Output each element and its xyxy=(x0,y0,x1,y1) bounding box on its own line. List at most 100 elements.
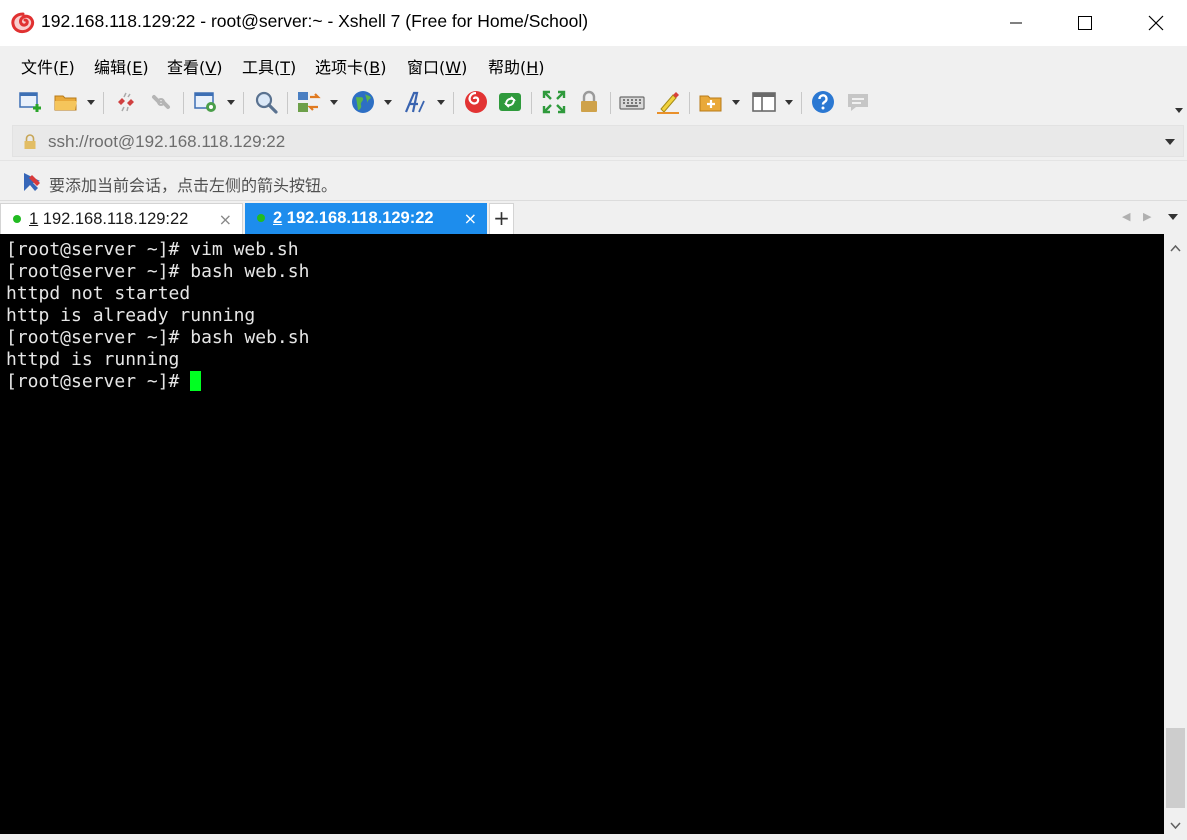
layout-icon xyxy=(752,92,776,112)
title-bar: 192.168.118.129:22 - root@server:~ - Xsh… xyxy=(0,0,1187,46)
font-button[interactable] xyxy=(403,89,429,115)
chat-button[interactable] xyxy=(845,89,871,115)
highlight-icon xyxy=(657,92,679,114)
layout-button[interactable] xyxy=(751,89,777,115)
menu-bar: 文件(F) 编辑(E) 查看(V) 工具(T) 选项卡(B) 窗口(W) 帮助(… xyxy=(0,46,1187,82)
scroll-down-arrow-icon[interactable] xyxy=(1170,822,1181,830)
terminal-prompt-line: [root@server ~]# xyxy=(6,371,1164,393)
open-folder-icon xyxy=(54,95,77,111)
properties-button[interactable] xyxy=(193,89,219,115)
window-title: 192.168.118.129:22 - root@server:~ - Xsh… xyxy=(41,11,589,31)
globe-icon xyxy=(352,91,374,113)
tab-close-icon[interactable]: × xyxy=(464,209,477,228)
menu-tools[interactable]: 工具(T) xyxy=(242,54,296,78)
new-folder-dropdown-arrow[interactable] xyxy=(732,100,740,105)
terminal-line: [root@server ~]# vim web.sh xyxy=(6,239,299,260)
open-button[interactable] xyxy=(53,89,79,115)
menu-window[interactable]: 窗口(W) xyxy=(407,54,467,78)
properties-dropdown-arrow[interactable] xyxy=(227,100,235,105)
xshell-button[interactable] xyxy=(463,89,489,115)
menu-view[interactable]: 查看(V) xyxy=(167,54,222,78)
toolbar-separator xyxy=(103,92,104,114)
toolbar xyxy=(0,82,1187,122)
address-bar: ssh://root@192.168.118.129:22 xyxy=(0,122,1187,160)
tab-bar: 1 192.168.118.129:22 × 2 192.168.118.129… xyxy=(0,200,1187,234)
new-tab-button[interactable]: + xyxy=(489,203,514,234)
minimize-button[interactable] xyxy=(993,0,1039,46)
keyboard-button[interactable] xyxy=(619,89,645,115)
toolbar-overflow-arrow[interactable] xyxy=(1175,108,1183,113)
address-input[interactable]: ssh://root@192.168.118.129:22 xyxy=(12,125,1184,157)
menu-file[interactable]: 文件(F) xyxy=(21,54,75,78)
find-button[interactable] xyxy=(253,89,279,115)
globe-button[interactable] xyxy=(350,89,376,115)
tab-scroll-right-icon[interactable]: ▶ xyxy=(1143,210,1151,223)
tab-session-1[interactable]: 1 192.168.118.129:22 × xyxy=(0,203,243,234)
layout-dropdown-arrow[interactable] xyxy=(785,100,793,105)
tab-list-dropdown-arrow[interactable] xyxy=(1168,214,1178,220)
properties-icon xyxy=(194,92,216,112)
toolbar-separator xyxy=(287,92,288,114)
new-session-icon xyxy=(19,92,41,112)
fullscreen-button[interactable] xyxy=(541,89,567,115)
font-icon xyxy=(404,91,425,113)
terminal-line: http is already running xyxy=(6,305,256,326)
session-hint-text: 要添加当前会话，点击左侧的箭头按钮。 xyxy=(49,176,338,195)
xftp-button[interactable] xyxy=(497,89,523,115)
status-strip xyxy=(0,834,1164,840)
toolbar-separator xyxy=(453,92,454,114)
keyboard-icon xyxy=(619,96,645,110)
toolbar-separator xyxy=(183,92,184,114)
help-icon xyxy=(812,91,834,113)
transfer-button[interactable] xyxy=(296,89,322,115)
connection-status-dot xyxy=(257,214,265,222)
lock-icon xyxy=(581,90,597,112)
toolbar-separator xyxy=(531,92,532,114)
reconnect-button[interactable] xyxy=(148,89,174,115)
close-button[interactable] xyxy=(1133,0,1179,46)
address-dropdown-arrow[interactable] xyxy=(1165,139,1175,145)
lock-button[interactable] xyxy=(576,89,602,115)
terminal-scrollbar[interactable] xyxy=(1164,234,1187,840)
menu-edit[interactable]: 编辑(E) xyxy=(94,54,149,78)
new-session-button[interactable] xyxy=(18,89,44,115)
terminal-cursor xyxy=(190,371,202,391)
terminal-line: [root@server ~]# bash web.sh xyxy=(6,327,310,348)
find-icon xyxy=(255,91,278,114)
highlight-button[interactable] xyxy=(655,89,681,115)
globe-dropdown-arrow[interactable] xyxy=(384,100,392,105)
padlock-icon xyxy=(24,134,36,149)
session-hint-bar: 要添加当前会话，点击左侧的箭头按钮。 xyxy=(0,160,1187,200)
tab-label: 1 192.168.118.129:22 xyxy=(29,210,189,228)
scrollbar-thumb[interactable] xyxy=(1166,728,1185,808)
menu-help[interactable]: 帮助(H) xyxy=(488,54,545,78)
chat-icon xyxy=(848,94,868,111)
new-folder-button[interactable] xyxy=(698,89,724,115)
maximize-icon xyxy=(1078,16,1092,30)
tab-close-icon[interactable]: × xyxy=(219,210,232,229)
new-folder-icon xyxy=(699,95,722,112)
menu-tabs[interactable]: 选项卡(B) xyxy=(315,54,387,78)
xshell-icon xyxy=(465,91,487,113)
terminal-line: [root@server ~]# bash web.sh xyxy=(6,261,310,282)
add-session-arrow-icon[interactable] xyxy=(22,172,42,192)
open-dropdown-arrow[interactable] xyxy=(87,100,95,105)
toolbar-separator xyxy=(689,92,690,114)
terminal-prompt: [root@server ~]# xyxy=(6,371,191,392)
help-button[interactable] xyxy=(810,89,836,115)
disconnect-button[interactable] xyxy=(113,89,139,115)
scroll-up-arrow-icon[interactable] xyxy=(1170,244,1181,252)
tab-session-2[interactable]: 2 192.168.118.129:22 × xyxy=(245,203,487,234)
terminal-output[interactable]: [root@server ~]# vim web.sh [root@server… xyxy=(0,234,1164,834)
transfer-icon xyxy=(298,92,321,112)
connection-status-dot xyxy=(13,215,21,223)
terminal-line: httpd is running xyxy=(6,349,180,370)
tab-label: 2 192.168.118.129:22 xyxy=(273,209,434,227)
close-icon xyxy=(1148,15,1164,31)
toolbar-separator xyxy=(610,92,611,114)
reconnect-icon xyxy=(152,95,170,109)
transfer-dropdown-arrow[interactable] xyxy=(330,100,338,105)
font-dropdown-arrow[interactable] xyxy=(437,100,445,105)
tab-scroll-left-icon[interactable]: ◀ xyxy=(1122,210,1130,223)
maximize-button[interactable] xyxy=(1062,0,1108,46)
